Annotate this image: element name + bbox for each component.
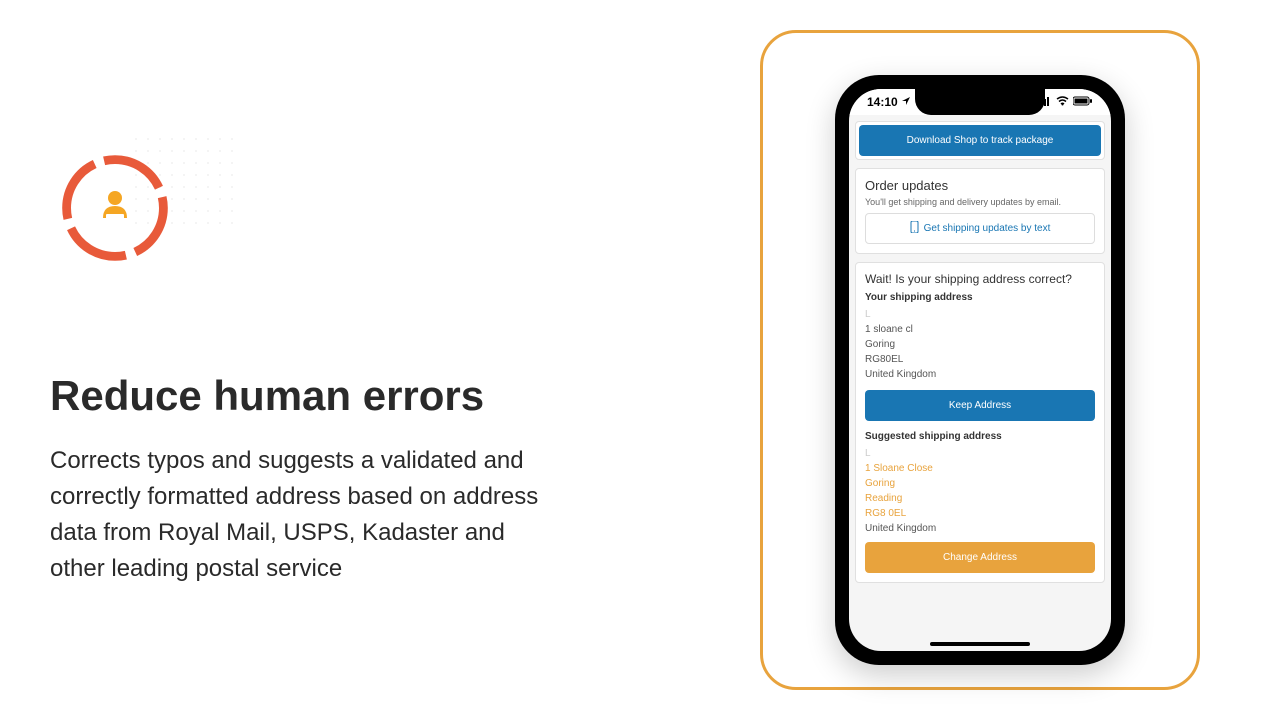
sugg-name: L <box>865 446 1095 461</box>
phone-screen: 14:10 <box>849 89 1111 651</box>
right-column: 14:10 <box>730 20 1230 700</box>
sugg-line2: Goring <box>865 476 1095 491</box>
text-updates-button[interactable]: Get shipping updates by text <box>865 213 1095 244</box>
body-text: Corrects typos and suggests a validated … <box>50 443 550 587</box>
your-addr-country: United Kingdom <box>865 367 1095 382</box>
location-icon <box>901 95 911 109</box>
circle-icon <box>60 153 170 263</box>
wifi-icon <box>1056 96 1069 109</box>
your-addr-line1: 1 sloane cl <box>865 322 1095 337</box>
phone-mockup: 14:10 <box>835 75 1125 665</box>
suggested-address-label: Suggested shipping address <box>865 431 1095 442</box>
keep-address-button[interactable]: Keep Address <box>865 390 1095 421</box>
address-validation-card: Wait! Is your shipping address correct? … <box>855 262 1105 583</box>
change-address-button[interactable]: Change Address <box>865 542 1095 573</box>
phone-content: Download Shop to track package Order upd… <box>849 115 1111 597</box>
status-time: 14:10 <box>867 95 898 109</box>
your-addr-postcode: RG80EL <box>865 352 1095 367</box>
icon-area <box>60 133 220 253</box>
heading: Reduce human errors <box>50 373 690 419</box>
home-indicator <box>930 642 1030 646</box>
order-updates-subtitle: You'll get shipping and delivery updates… <box>865 197 1095 207</box>
phone-icon <box>910 221 919 236</box>
your-addr-name: L <box>865 307 1095 322</box>
download-card: Download Shop to track package <box>855 121 1105 160</box>
wait-title: Wait! Is your shipping address correct? <box>865 272 1095 286</box>
order-updates-title: Order updates <box>865 178 1095 193</box>
sugg-line1: 1 Sloane Close <box>865 461 1095 476</box>
sugg-postcode: RG8 0EL <box>865 506 1095 521</box>
sugg-country: United Kingdom <box>865 521 1095 536</box>
text-updates-label: Get shipping updates by text <box>924 223 1051 234</box>
left-column: Reduce human errors Corrects typos and s… <box>50 133 730 587</box>
sugg-line3: Reading <box>865 491 1095 506</box>
your-addr-line2: Goring <box>865 337 1095 352</box>
your-address-label: Your shipping address <box>865 292 1095 303</box>
download-button[interactable]: Download Shop to track package <box>859 125 1101 156</box>
person-laptop-icon <box>93 186 137 230</box>
battery-icon <box>1073 96 1093 109</box>
phone-notch <box>915 89 1045 115</box>
order-updates-card: Order updates You'll get shipping and de… <box>855 168 1105 254</box>
